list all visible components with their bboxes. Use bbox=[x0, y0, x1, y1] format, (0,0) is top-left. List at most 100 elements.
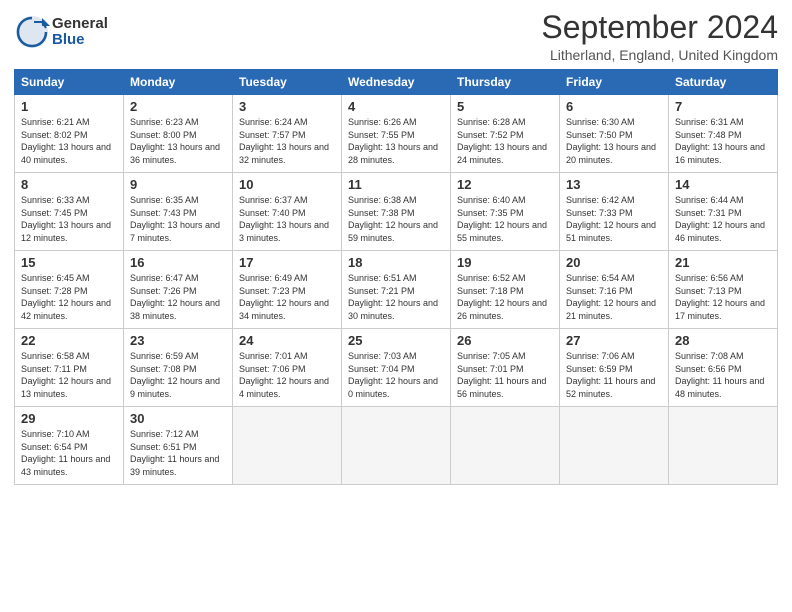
day-number: 1 bbox=[21, 99, 117, 114]
logo: General Blue bbox=[14, 14, 108, 50]
calendar-cell: 19 Sunrise: 6:52 AM Sunset: 7:18 PM Dayl… bbox=[451, 251, 560, 329]
day-info: Sunrise: 6:56 AM Sunset: 7:13 PM Dayligh… bbox=[675, 272, 771, 322]
col-saturday: Saturday bbox=[669, 70, 778, 95]
day-info: Sunrise: 7:12 AM Sunset: 6:51 PM Dayligh… bbox=[130, 428, 226, 478]
calendar-week-3: 15 Sunrise: 6:45 AM Sunset: 7:28 PM Dayl… bbox=[15, 251, 778, 329]
calendar-cell: 7 Sunrise: 6:31 AM Sunset: 7:48 PM Dayli… bbox=[669, 95, 778, 173]
calendar-cell bbox=[669, 407, 778, 485]
month-title: September 2024 bbox=[541, 10, 778, 45]
title-block: September 2024 Litherland, England, Unit… bbox=[541, 10, 778, 63]
day-info: Sunrise: 6:31 AM Sunset: 7:48 PM Dayligh… bbox=[675, 116, 771, 166]
day-info: Sunrise: 6:26 AM Sunset: 7:55 PM Dayligh… bbox=[348, 116, 444, 166]
logo-blue-text: Blue bbox=[52, 32, 108, 49]
day-number: 5 bbox=[457, 99, 553, 114]
calendar-cell bbox=[451, 407, 560, 485]
calendar-cell: 2 Sunrise: 6:23 AM Sunset: 8:00 PM Dayli… bbox=[124, 95, 233, 173]
calendar-cell: 25 Sunrise: 7:03 AM Sunset: 7:04 PM Dayl… bbox=[342, 329, 451, 407]
day-number: 29 bbox=[21, 411, 117, 426]
day-number: 15 bbox=[21, 255, 117, 270]
calendar-cell: 22 Sunrise: 6:58 AM Sunset: 7:11 PM Dayl… bbox=[15, 329, 124, 407]
day-number: 19 bbox=[457, 255, 553, 270]
day-number: 6 bbox=[566, 99, 662, 114]
day-info: Sunrise: 6:42 AM Sunset: 7:33 PM Dayligh… bbox=[566, 194, 662, 244]
page: General Blue September 2024 Litherland, … bbox=[0, 0, 792, 612]
header: General Blue September 2024 Litherland, … bbox=[14, 10, 778, 63]
calendar-cell: 11 Sunrise: 6:38 AM Sunset: 7:38 PM Dayl… bbox=[342, 173, 451, 251]
day-info: Sunrise: 6:30 AM Sunset: 7:50 PM Dayligh… bbox=[566, 116, 662, 166]
day-info: Sunrise: 6:44 AM Sunset: 7:31 PM Dayligh… bbox=[675, 194, 771, 244]
day-info: Sunrise: 7:08 AM Sunset: 6:56 PM Dayligh… bbox=[675, 350, 771, 400]
day-number: 22 bbox=[21, 333, 117, 348]
calendar-table: Sunday Monday Tuesday Wednesday Thursday… bbox=[14, 69, 778, 485]
day-info: Sunrise: 6:33 AM Sunset: 7:45 PM Dayligh… bbox=[21, 194, 117, 244]
logo-icon bbox=[14, 14, 50, 50]
day-info: Sunrise: 7:05 AM Sunset: 7:01 PM Dayligh… bbox=[457, 350, 553, 400]
calendar-cell: 1 Sunrise: 6:21 AM Sunset: 8:02 PM Dayli… bbox=[15, 95, 124, 173]
day-number: 9 bbox=[130, 177, 226, 192]
calendar-cell bbox=[560, 407, 669, 485]
calendar-cell: 23 Sunrise: 6:59 AM Sunset: 7:08 PM Dayl… bbox=[124, 329, 233, 407]
day-info: Sunrise: 6:47 AM Sunset: 7:26 PM Dayligh… bbox=[130, 272, 226, 322]
calendar-cell: 27 Sunrise: 7:06 AM Sunset: 6:59 PM Dayl… bbox=[560, 329, 669, 407]
calendar-cell: 21 Sunrise: 6:56 AM Sunset: 7:13 PM Dayl… bbox=[669, 251, 778, 329]
col-thursday: Thursday bbox=[451, 70, 560, 95]
day-info: Sunrise: 6:23 AM Sunset: 8:00 PM Dayligh… bbox=[130, 116, 226, 166]
calendar-cell: 13 Sunrise: 6:42 AM Sunset: 7:33 PM Dayl… bbox=[560, 173, 669, 251]
calendar-cell: 8 Sunrise: 6:33 AM Sunset: 7:45 PM Dayli… bbox=[15, 173, 124, 251]
calendar-cell: 20 Sunrise: 6:54 AM Sunset: 7:16 PM Dayl… bbox=[560, 251, 669, 329]
calendar-cell: 24 Sunrise: 7:01 AM Sunset: 7:06 PM Dayl… bbox=[233, 329, 342, 407]
calendar-cell: 6 Sunrise: 6:30 AM Sunset: 7:50 PM Dayli… bbox=[560, 95, 669, 173]
header-row: Sunday Monday Tuesday Wednesday Thursday… bbox=[15, 70, 778, 95]
day-number: 10 bbox=[239, 177, 335, 192]
day-info: Sunrise: 6:28 AM Sunset: 7:52 PM Dayligh… bbox=[457, 116, 553, 166]
col-wednesday: Wednesday bbox=[342, 70, 451, 95]
day-info: Sunrise: 6:54 AM Sunset: 7:16 PM Dayligh… bbox=[566, 272, 662, 322]
day-info: Sunrise: 7:03 AM Sunset: 7:04 PM Dayligh… bbox=[348, 350, 444, 400]
calendar-week-2: 8 Sunrise: 6:33 AM Sunset: 7:45 PM Dayli… bbox=[15, 173, 778, 251]
calendar-cell: 15 Sunrise: 6:45 AM Sunset: 7:28 PM Dayl… bbox=[15, 251, 124, 329]
col-monday: Monday bbox=[124, 70, 233, 95]
day-number: 23 bbox=[130, 333, 226, 348]
calendar-cell: 4 Sunrise: 6:26 AM Sunset: 7:55 PM Dayli… bbox=[342, 95, 451, 173]
calendar-cell: 3 Sunrise: 6:24 AM Sunset: 7:57 PM Dayli… bbox=[233, 95, 342, 173]
calendar-cell: 16 Sunrise: 6:47 AM Sunset: 7:26 PM Dayl… bbox=[124, 251, 233, 329]
day-number: 24 bbox=[239, 333, 335, 348]
calendar-cell bbox=[342, 407, 451, 485]
day-number: 30 bbox=[130, 411, 226, 426]
day-number: 13 bbox=[566, 177, 662, 192]
day-number: 14 bbox=[675, 177, 771, 192]
day-number: 16 bbox=[130, 255, 226, 270]
day-number: 11 bbox=[348, 177, 444, 192]
location: Litherland, England, United Kingdom bbox=[541, 47, 778, 63]
day-number: 18 bbox=[348, 255, 444, 270]
day-number: 4 bbox=[348, 99, 444, 114]
col-sunday: Sunday bbox=[15, 70, 124, 95]
col-tuesday: Tuesday bbox=[233, 70, 342, 95]
calendar-cell: 17 Sunrise: 6:49 AM Sunset: 7:23 PM Dayl… bbox=[233, 251, 342, 329]
day-info: Sunrise: 7:06 AM Sunset: 6:59 PM Dayligh… bbox=[566, 350, 662, 400]
day-number: 7 bbox=[675, 99, 771, 114]
calendar-cell: 14 Sunrise: 6:44 AM Sunset: 7:31 PM Dayl… bbox=[669, 173, 778, 251]
day-number: 17 bbox=[239, 255, 335, 270]
calendar-cell: 9 Sunrise: 6:35 AM Sunset: 7:43 PM Dayli… bbox=[124, 173, 233, 251]
day-number: 26 bbox=[457, 333, 553, 348]
day-number: 25 bbox=[348, 333, 444, 348]
day-info: Sunrise: 6:35 AM Sunset: 7:43 PM Dayligh… bbox=[130, 194, 226, 244]
day-info: Sunrise: 6:58 AM Sunset: 7:11 PM Dayligh… bbox=[21, 350, 117, 400]
calendar-cell: 10 Sunrise: 6:37 AM Sunset: 7:40 PM Dayl… bbox=[233, 173, 342, 251]
day-number: 21 bbox=[675, 255, 771, 270]
day-number: 3 bbox=[239, 99, 335, 114]
day-info: Sunrise: 6:59 AM Sunset: 7:08 PM Dayligh… bbox=[130, 350, 226, 400]
day-info: Sunrise: 6:52 AM Sunset: 7:18 PM Dayligh… bbox=[457, 272, 553, 322]
day-number: 28 bbox=[675, 333, 771, 348]
day-info: Sunrise: 6:21 AM Sunset: 8:02 PM Dayligh… bbox=[21, 116, 117, 166]
day-info: Sunrise: 7:01 AM Sunset: 7:06 PM Dayligh… bbox=[239, 350, 335, 400]
calendar-cell: 30 Sunrise: 7:12 AM Sunset: 6:51 PM Dayl… bbox=[124, 407, 233, 485]
calendar-cell bbox=[233, 407, 342, 485]
day-info: Sunrise: 6:49 AM Sunset: 7:23 PM Dayligh… bbox=[239, 272, 335, 322]
calendar-week-4: 22 Sunrise: 6:58 AM Sunset: 7:11 PM Dayl… bbox=[15, 329, 778, 407]
day-number: 20 bbox=[566, 255, 662, 270]
day-number: 8 bbox=[21, 177, 117, 192]
calendar-cell: 29 Sunrise: 7:10 AM Sunset: 6:54 PM Dayl… bbox=[15, 407, 124, 485]
day-info: Sunrise: 6:38 AM Sunset: 7:38 PM Dayligh… bbox=[348, 194, 444, 244]
